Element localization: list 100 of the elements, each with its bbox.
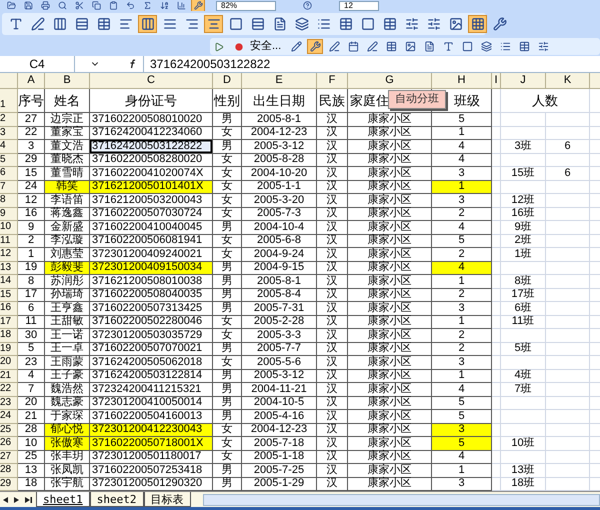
row-header[interactable]: 22 [0,383,18,396]
count-value: 6 [564,168,571,179]
row-header[interactable]: 2 [0,113,18,126]
table-cell: 371621200503200043 [90,194,213,208]
row-header[interactable]: 9 [0,208,18,221]
row-header[interactable]: 13 [0,262,18,275]
row-header[interactable]: 12 [0,248,18,262]
table-cell: 21 [18,410,45,424]
row-header[interactable]: 10 [0,221,18,234]
table-cell: 王亨鑫 [45,302,90,316]
sheet-tab[interactable]: 目标表 [144,492,190,507]
edit-icon [366,41,378,52]
empty-cell [492,450,501,464]
toolbar-button[interactable] [204,15,223,33]
sort-icon [160,1,168,10]
class-label: 18班 [511,478,535,490]
sheet-tab[interactable]: sheet1 [36,492,90,507]
column-header[interactable]: J [501,73,546,89]
table-cell: 4 [432,140,492,154]
auto-assign-button[interactable]: 自动分班 [388,90,446,109]
last-sheet-icon[interactable] [25,496,32,502]
row-header[interactable]: 17 [0,316,18,329]
table-cell: 汉 [317,410,348,424]
formula-field[interactable]: 371624200503122822 [143,56,600,72]
table-cell: 2004-9-15 [242,262,317,275]
column-header[interactable]: A [18,73,45,89]
column-header[interactable]: D [213,73,242,89]
column-header[interactable]: E [242,73,317,89]
row-header[interactable]: 8 [0,194,18,208]
table-cell: 男 [213,464,242,478]
table-cell: 2005-7-31 [242,302,317,316]
row-header[interactable]: 4 [0,140,18,154]
row-header[interactable]: 23 [0,396,18,410]
table-cell: 371624200503122822 [90,140,213,154]
row-header[interactable]: 15 [0,288,18,302]
frame-icon [462,41,473,52]
row-header[interactable]: 27 [0,450,18,464]
table-icon [338,17,352,31]
play-icon[interactable] [214,42,224,52]
name-box[interactable]: C4 [0,56,75,72]
record-icon[interactable] [235,42,243,50]
wrench-icon [492,17,506,31]
row-header[interactable]: 3 [0,126,18,140]
row-header[interactable]: 19 [0,342,18,356]
zoom-field[interactable]: 82% [216,0,276,10]
toolbar-button[interactable] [191,0,205,11]
table-cell: 2005-7-3 [242,208,317,221]
column-header[interactable]: C [90,73,213,89]
security-button[interactable]: 安全... [246,38,286,55]
toolbar-button[interactable] [468,15,487,33]
row-header[interactable]: 29 [0,478,18,491]
table-cell: 男 [213,383,242,396]
row-header[interactable]: 1 [0,89,18,113]
previous-sheet-icon[interactable] [3,496,8,502]
column-header[interactable]: F [317,73,348,89]
row-header[interactable]: 7 [0,180,18,194]
help-icon[interactable] [303,1,312,10]
row-header[interactable]: 14 [0,275,18,288]
row-header[interactable]: 18 [0,329,18,342]
table-cell: 2005-7-25 [242,464,317,478]
empty-cell [492,356,501,370]
table-cell: 371621200508010038 [90,275,213,288]
row-header[interactable]: 21 [0,370,18,383]
toolbar-button[interactable] [307,39,324,54]
column-header[interactable]: G [348,73,432,89]
table-cell: 13 [18,464,45,478]
row-header[interactable]: 25 [0,424,18,437]
font-size-field[interactable]: 12 [339,0,379,10]
row-header[interactable]: 6 [0,167,18,180]
table-cell: 汉 [317,167,348,180]
table-cell [546,329,590,342]
table-cell: 2005-4-16 [242,410,317,424]
table-cell: 2005-8-4 [242,288,317,302]
table-cell: 汉 [317,396,348,410]
row-header[interactable]: 16 [0,302,18,316]
empty-cell [492,180,501,194]
table-cell: 边宗正 [45,113,90,126]
column-header[interactable]: H [432,73,492,89]
row-header[interactable]: 11 [0,234,18,248]
row-header[interactable]: 26 [0,437,18,450]
table-cell: 王子豪 [45,370,90,383]
table-cell: 康家小区 [348,126,432,140]
row-header[interactable]: 20 [0,356,18,370]
horizontal-scrollbar[interactable] [202,494,600,506]
table-cell: 汉 [317,370,348,383]
column-header[interactable]: B [45,73,90,89]
next-sheet-icon[interactable] [14,496,19,502]
class-label: 7班 [514,384,532,395]
function-icon[interactable] [129,59,137,69]
row-header[interactable]: 24 [0,410,18,424]
toolbar-button[interactable] [138,15,157,33]
row-header[interactable]: 28 [0,464,18,478]
column-header[interactable]: K [546,73,590,89]
justify-icon [162,17,176,31]
sheet-tab[interactable]: sheet2 [90,492,144,507]
table-cell: 2004-10-5 [242,396,317,410]
row-header[interactable]: 5 [0,154,18,167]
class-label: 17班 [511,289,535,300]
column-header[interactable]: I [492,73,501,89]
table-cell: 2005-1-1 [242,180,317,194]
